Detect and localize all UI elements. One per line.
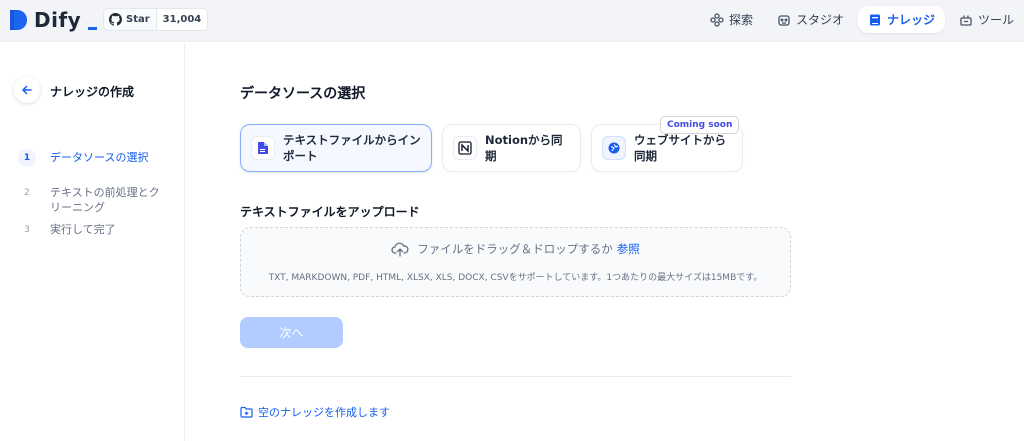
step-number: 2 (24, 188, 30, 198)
step-number: 3 (24, 225, 30, 235)
nav-studio[interactable]: スタジオ (767, 6, 854, 33)
github-icon (109, 13, 122, 26)
drop-text: ファイルをドラッグ＆ドロップするか (417, 242, 613, 256)
upload-title: テキストファイルをアップロード (240, 205, 420, 219)
drop-instructions: ファイルをドラッグ＆ドロップするか 参照 (241, 241, 790, 257)
github-star-label: Star (126, 14, 150, 25)
source-text-file[interactable]: テキストファイルからインポート (240, 124, 432, 172)
explore-icon (710, 12, 724, 27)
nav-tools[interactable]: ツール (949, 6, 1024, 33)
nav-studio-label: スタジオ (795, 13, 844, 27)
dify-logo-icon (10, 10, 27, 30)
nav-explore[interactable]: 探索 (700, 6, 763, 33)
upload-cloud-icon (391, 242, 409, 257)
create-empty-knowledge-link[interactable]: 空のナレッジを作成します (240, 404, 390, 420)
nav-explore-label: 探索 (728, 13, 753, 27)
notion-icon (458, 141, 472, 155)
nav-tools-label: ツール (977, 13, 1014, 27)
step-number: 1 (18, 149, 36, 167)
github-star-button[interactable]: Star 31,004 (103, 8, 209, 31)
file-dropzone[interactable]: ファイルをドラッグ＆ドロップするか 参照 TXT, MARKDOWN, PDF,… (240, 227, 791, 297)
sidebar-title: ナレッジの作成 (50, 85, 135, 99)
main-nav: 探索 スタジオ ナレッジ ツール (696, 6, 1024, 33)
source-label: ウェブサイトから同期 (634, 133, 726, 163)
book-icon (869, 14, 880, 25)
app-name: Dify (34, 8, 82, 32)
logo-underline (88, 27, 97, 30)
tools-icon (960, 15, 972, 26)
step-3: 3 実行して完了 (18, 221, 170, 239)
step-label: テキストの前処理とクリーニング (50, 186, 160, 214)
source-icon (453, 136, 477, 160)
coming-soon-badge: Coming soon (660, 116, 740, 134)
create-empty-label: 空のナレッジを作成します (258, 406, 390, 419)
robot-icon (778, 14, 790, 26)
back-button[interactable] (14, 77, 40, 103)
nav-knowledge-label: ナレッジ (886, 13, 935, 27)
github-star[interactable]: Star (104, 9, 157, 30)
step-label: データソースの選択 (50, 151, 149, 164)
source-icon (251, 136, 275, 160)
source-notion[interactable]: Notionから同期 (442, 124, 581, 172)
next-button[interactable]: 次へ (240, 317, 343, 348)
source-label: Notionから同期 (485, 133, 563, 163)
step-1: 1 データソースの選択 (18, 149, 170, 167)
file-icon (258, 142, 268, 154)
step-label: 実行して完了 (50, 223, 116, 236)
create-knowledge-sidebar: ナレッジの作成 1 データソースの選択 2 テキストの前処理とクリーニング 3 … (0, 43, 185, 441)
arrow-left-icon (21, 85, 32, 95)
source-icon (602, 136, 626, 160)
divider (240, 376, 791, 377)
nav-knowledge[interactable]: ナレッジ (857, 6, 945, 33)
supported-formats: TXT, MARKDOWN, PDF, HTML, XLSX, XLS, DOC… (268, 273, 763, 283)
website-icon (608, 142, 620, 154)
github-star-count[interactable]: 31,004 (157, 9, 208, 30)
step-2: 2 テキストの前処理とクリーニング (18, 184, 170, 215)
dify-logo[interactable]: Dify (8, 8, 97, 32)
top-header: Dify Star 31,004 探索 スタジオ ナレッジ ツール (0, 0, 1024, 42)
browse-link[interactable]: 参照 (617, 241, 640, 257)
data-source-title: データソースの選択 (240, 86, 366, 102)
folder-plus-icon (240, 406, 253, 418)
source-label: テキストファイルからインポート (283, 133, 421, 163)
